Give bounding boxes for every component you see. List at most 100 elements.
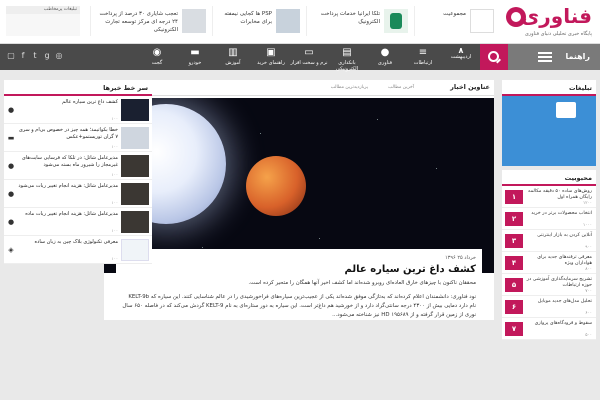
nav-item-buying-guide[interactable]: ▣ راهنمای خرید [252,44,290,70]
article-hero-image[interactable] [104,98,494,273]
headlines-sidebar: سر خط خبرها کشف داغ ترین سیاره عالم ۱۰۰ … [4,80,152,264]
popular-rank: ۴ [505,256,523,270]
popular-text: روش‌های ساده ۵۰ دقیقه مکالمه رایگان همرا… [528,189,592,200]
article-title[interactable]: کشف داغ ترین سیاره عالم [122,264,476,275]
date-day: ۸ [458,46,464,55]
hero-planet [246,156,306,216]
ad-logo-icon [556,102,576,118]
main-tabs: عناوین اخبار آخرین مطالب پربازدیدترین مط… [104,80,494,96]
promo-card[interactable]: PSP ها کجایی نیمفته برای مخابرات [212,6,302,36]
popular-text: معرفی ترفندهای جدید برای هواداران ویژه [537,255,592,266]
google-plus-icon[interactable]: g [42,50,52,62]
news-meta: ۱۰۰ [111,144,118,149]
news-thumb [121,127,149,149]
promo-card[interactable]: تلکا ایرانیا خدمات پرداخت الکترونیک [306,6,410,36]
top-ad-header: تبلیغات پرمخاطب [6,6,80,14]
news-title: کشف داغ ترین سیاره عالم [62,99,118,105]
news-thumb [121,99,149,121]
news-title: معرفی تکنولوژی بلاک چین به زبان ساده [34,239,118,245]
list-item[interactable]: مدیرعامل شاتل: هزینه انجام تغییر ربات می… [4,180,152,208]
popular-rank: ۵ [505,278,523,292]
menu-button[interactable]: راهنما [508,44,600,70]
list-item[interactable]: مدیرعامل شاتل: در تلکا که فرسایی سایت‌ها… [4,152,152,180]
rss-icon[interactable]: ◎ [54,50,64,62]
news-meta: ۱۰۰ [111,200,118,205]
search-icon[interactable] [480,44,508,70]
star-dot [377,119,378,120]
nav-item-car[interactable]: ▬ خودرو [176,44,214,70]
facebook-icon[interactable]: f [18,50,28,62]
article-date: خرداد ۲۵ ۱۳۹۶ [445,255,476,261]
nav-item-label: ارتباطات [413,60,433,66]
ads-title: تبلیغات [502,80,596,96]
popular-item[interactable]: ۳ آنلاین کردن به بازار اینترنتی ۹۰۰ [502,230,596,252]
news-title: خطا بکواتیمد؛ همه چیز در خصوص بی‌ام و سر… [18,127,118,140]
nav-item-technology[interactable]: ● فناوری [366,44,404,70]
nav-item-ebanking[interactable]: ▤ بانکداری الکترونیکی [328,44,366,72]
popular-item[interactable]: ۷ سقوط و فرودگاه‌های پروازی ۵۰۰ [502,318,596,340]
tab-most-viewed[interactable]: پربازدیدترین مطالب [331,85,368,90]
instagram-icon[interactable]: ▢ [6,50,16,62]
list-item[interactable]: خطا بکواتیمد؛ همه چیز در خصوص بی‌ام و سر… [4,124,152,152]
tab-latest[interactable]: آخرین مطالب [388,85,414,90]
laptop-icon: ▭ [304,47,314,58]
promo-card[interactable]: تعجب شایاری ۳۰ درصد از پرداخت ۲۴ درجه ای… [90,6,208,36]
list-item[interactable]: مدیرعامل شاتل: هزینه انجام تغییر ربات ما… [4,208,152,236]
person-icon: ● [7,218,15,226]
logo-text: فناوری [520,4,592,28]
popular-meta: ۶۰۰ [585,310,592,315]
top-ad-area[interactable] [6,14,80,36]
star-dot [318,238,320,239]
nav-item-label: فناوری [377,60,393,66]
star-dot [260,133,261,134]
popular-meta: ۱۰۰۰ [583,222,592,227]
popular-item[interactable]: ۵ تشریح سرمایه‌گذاری آموزشی در حوزه ارتبا… [502,274,596,296]
list-item[interactable]: معرفی تکنولوژی بلاک چین به زبان ساده ۱۰۰… [4,236,152,264]
cart-icon: ▣ [266,47,276,58]
popular-rank: ۷ [505,322,523,336]
right-sidebar: تبلیغات محبوبیت ۱ روش‌های ساده ۵۰ دقیقه م… [502,80,596,340]
twitter-icon[interactable]: t [30,50,40,62]
popular-rank: ۳ [505,234,523,248]
promo-thumb [276,9,300,33]
nav-item-hardware-software[interactable]: ▭ نرم و سخت افزار [290,44,328,70]
popular-item[interactable]: ۱ روش‌های ساده ۵۰ دقیقه مکالمه رایگان همر… [502,186,596,208]
nav-date: ۸ اردیبهشت [446,47,476,61]
main-content: عناوین اخبار آخرین مطالب پربازدیدترین مط… [104,80,494,320]
nav-item-gadget[interactable]: ◉ گجت [138,44,176,70]
news-thumb [121,183,149,205]
nav-item-education[interactable]: ▥ آموزش [214,44,252,70]
date-month: اردیبهشت [450,54,472,60]
nav-item-communications[interactable]: ≡ ارتباطات [404,44,442,70]
person-icon: ● [7,162,15,170]
popular-item[interactable]: ۶ تحلیل مدل‌های جدید موبایل ۶۰۰ [502,296,596,318]
shield-icon [390,13,402,29]
menu-label: راهنما [565,52,590,61]
tab-headlines[interactable]: عناوین اخبار [450,83,490,91]
logo-tagline: پایگاه خبری تحلیلی دنیای فناوری [524,31,592,37]
popular-list: ۱ روش‌های ساده ۵۰ دقیقه مکالمه رایگان همر… [502,186,596,340]
site-logo[interactable]: فناوری پایگاه خبری تحلیلی دنیای فناوری [500,4,592,40]
ad-banner[interactable] [502,96,596,166]
social-links: ◎ g t f ▢ [6,50,66,62]
popular-rank: ۲ [505,212,523,226]
cards-icon: ▤ [342,47,352,58]
nav-item-label: خودرو [188,60,202,66]
nav-item-label: بانکداری الکترونیکی [335,60,359,72]
popular-meta: ۵۰۰ [585,332,592,337]
news-meta: ۱۰۰ [111,116,118,121]
car-icon: ▬ [7,134,15,142]
popular-title: محبوبیت [502,170,596,186]
popular-item[interactable]: ۲ انتخاب محصولات برتر در خرید ۱۰۰۰ [502,208,596,230]
person-icon: ● [7,190,15,198]
main-nav: راهنما ۸ اردیبهشت ≡ ارتباطات ● فناوری ▤ بان… [0,44,600,72]
popular-text: انتخاب محصولات برتر در خرید [531,211,592,216]
user-icon: ● [380,47,390,58]
list-item[interactable]: کشف داغ ترین سیاره عالم ۱۰۰ ● [4,96,152,124]
promo-card[interactable]: مجموعیت [414,6,496,36]
popular-text: تحلیل مدل‌های جدید موبایل [537,299,592,304]
news-meta: ۱۰۰ [111,172,118,177]
network-icon: ◈ [8,246,14,254]
popular-text: آنلاین کردن به بازار اینترنتی [537,233,592,238]
popular-item[interactable]: ۴ معرفی ترفندهای جدید برای هواداران ویژه ۸… [502,252,596,274]
